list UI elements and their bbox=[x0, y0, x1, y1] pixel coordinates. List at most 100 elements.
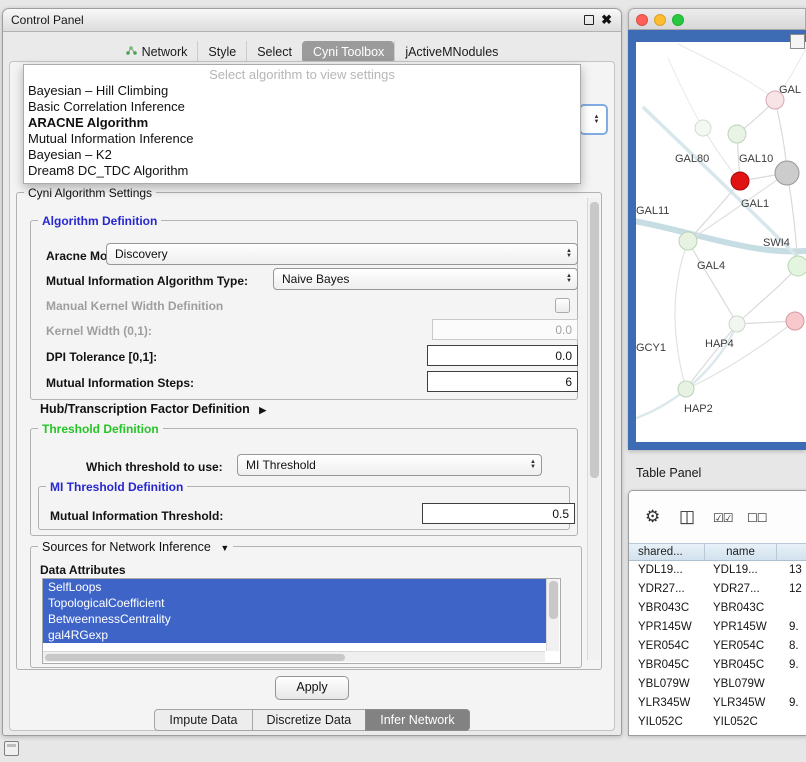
table-row[interactable]: YLR345W YLR345W 9. bbox=[629, 694, 806, 713]
network-node[interactable] bbox=[679, 232, 697, 250]
restore-panel-icon[interactable] bbox=[4, 741, 19, 756]
cell-shared-name[interactable]: YBL079W bbox=[629, 675, 705, 694]
cell-extra[interactable]: 8. bbox=[777, 637, 806, 656]
cell-shared-name[interactable]: YIL052C bbox=[629, 713, 705, 732]
network-canvas[interactable]: GALGAL80GAL10GAL11GAL1SWI4GAL4GCY1HAP4HA… bbox=[636, 42, 806, 442]
gear-icon[interactable]: ⚙ bbox=[645, 507, 660, 527]
algorithm-select-combobox[interactable]: ▲ ▼ bbox=[579, 104, 608, 135]
control-panel-titlebar[interactable]: Control Panel ✖ bbox=[3, 9, 621, 32]
network-node[interactable] bbox=[788, 256, 806, 276]
cell-name[interactable]: YBR043C bbox=[705, 599, 777, 618]
cell-shared-name[interactable]: YER054C bbox=[629, 637, 705, 656]
cell-extra[interactable]: 13 bbox=[777, 561, 806, 580]
column-header-extra[interactable] bbox=[777, 544, 806, 560]
dropdown-item[interactable]: Bayesian – Hill Climbing bbox=[24, 83, 580, 99]
tab-cyni-toolbox[interactable]: Cyni Toolbox bbox=[302, 41, 394, 63]
check-all-columns-icon[interactable]: ☑☑ bbox=[713, 511, 733, 525]
list-scrollbar-track[interactable] bbox=[546, 579, 559, 651]
cell-name[interactable]: YBL079W bbox=[705, 675, 777, 694]
network-node[interactable] bbox=[678, 381, 694, 397]
network-edge[interactable] bbox=[675, 241, 688, 389]
tab-jactivemodules[interactable]: jActiveMNodules bbox=[394, 41, 508, 63]
aracne-mode-select[interactable]: Discovery ▲ ▼ bbox=[106, 243, 578, 265]
table-row[interactable]: YPR145W YPR145W 9. bbox=[629, 618, 806, 637]
tab-infer-network[interactable]: Infer Network bbox=[365, 709, 469, 731]
close-icon[interactable]: ✖ bbox=[601, 12, 612, 28]
attribute-list-item[interactable]: TopologicalCoefficient bbox=[43, 595, 547, 611]
which-threshold-select[interactable]: MI Threshold ▲ ▼ bbox=[237, 454, 542, 476]
cell-shared-name[interactable]: YBR045C bbox=[629, 656, 705, 675]
tab-network[interactable]: Network bbox=[116, 41, 198, 63]
column-header-name[interactable]: name bbox=[705, 544, 777, 560]
network-edge[interactable] bbox=[686, 324, 737, 389]
settings-scrollbar-thumb[interactable] bbox=[590, 202, 599, 478]
uncheck-all-columns-icon[interactable]: ☐☐ bbox=[747, 511, 767, 525]
mi-algorithm-type-select[interactable]: Naive Bayes ▲ ▼ bbox=[273, 268, 578, 290]
mi-threshold-field[interactable] bbox=[422, 503, 575, 524]
tab-style[interactable]: Style bbox=[197, 41, 246, 63]
cell-name[interactable]: YDR27... bbox=[705, 580, 777, 599]
list-hscrollbar-thumb[interactable] bbox=[45, 654, 345, 661]
cell-shared-name[interactable]: YDL19... bbox=[629, 561, 705, 580]
cell-extra[interactable]: 9. bbox=[777, 618, 806, 637]
minimize-traffic-light[interactable] bbox=[654, 14, 666, 26]
list-scrollbar-thumb[interactable] bbox=[549, 581, 558, 619]
cell-name[interactable]: YDL19... bbox=[705, 561, 777, 580]
cell-shared-name[interactable]: YPR145W bbox=[629, 618, 705, 637]
dropdown-item[interactable]: Basic Correlation Inference bbox=[24, 99, 580, 115]
attribute-list-item[interactable]: gal4RGexp bbox=[43, 627, 547, 643]
cell-extra[interactable] bbox=[777, 713, 806, 732]
network-node[interactable] bbox=[728, 125, 746, 143]
settings-scrollbar-track[interactable] bbox=[587, 198, 600, 660]
tab-discretize-data[interactable]: Discretize Data bbox=[252, 709, 367, 731]
cell-shared-name[interactable]: YDR27... bbox=[629, 580, 705, 599]
sources-group-header[interactable]: Sources for Network Inference ▼ bbox=[38, 540, 233, 554]
table-row[interactable]: YER054C YER054C 8. bbox=[629, 637, 806, 656]
cell-shared-name[interactable]: YBR043C bbox=[629, 599, 705, 618]
cell-extra[interactable] bbox=[777, 675, 806, 694]
network-edge[interactable] bbox=[688, 241, 737, 324]
mi-steps-field[interactable] bbox=[427, 371, 578, 392]
zoom-traffic-light[interactable] bbox=[672, 14, 684, 26]
attribute-list-item[interactable]: BetweennessCentrality bbox=[43, 611, 547, 627]
network-graph[interactable]: GALGAL80GAL10GAL11GAL1SWI4GAL4GCY1HAP4HA… bbox=[636, 42, 806, 442]
dropdown-item[interactable]: Bayesian – K2 bbox=[24, 147, 580, 163]
cell-extra[interactable]: 9. bbox=[777, 656, 806, 675]
cell-name[interactable]: YBR045C bbox=[705, 656, 777, 675]
split-columns-icon[interactable]: ◫ bbox=[679, 507, 695, 527]
network-node[interactable] bbox=[786, 312, 804, 330]
table-row[interactable]: YBL079W YBL079W bbox=[629, 675, 806, 694]
cell-extra[interactable]: 9. bbox=[777, 694, 806, 713]
cell-extra[interactable]: 12 bbox=[777, 580, 806, 599]
table-row[interactable]: YDL19... YDL19... 13 bbox=[629, 561, 806, 580]
network-window-titlebar[interactable] bbox=[628, 8, 806, 30]
close-traffic-light[interactable] bbox=[636, 14, 648, 26]
cell-name[interactable]: YLR345W bbox=[705, 694, 777, 713]
dropdown-item[interactable]: Mutual Information Inference bbox=[24, 131, 580, 147]
network-node[interactable] bbox=[775, 161, 799, 185]
birdseye-toggle-icon[interactable] bbox=[790, 34, 805, 49]
cell-shared-name[interactable]: YLR345W bbox=[629, 694, 705, 713]
float-window-icon[interactable] bbox=[584, 15, 594, 25]
cell-name[interactable]: YPR145W bbox=[705, 618, 777, 637]
dropdown-item-selected[interactable]: ARACNE Algorithm bbox=[24, 115, 580, 131]
cell-name[interactable]: YIL052C bbox=[705, 713, 777, 732]
network-node[interactable] bbox=[731, 172, 749, 190]
tab-impute-data[interactable]: Impute Data bbox=[154, 709, 252, 731]
table-row[interactable]: YBR043C YBR043C bbox=[629, 599, 806, 618]
attribute-list-item[interactable]: SelfLoops bbox=[43, 579, 547, 595]
list-hscrollbar-track[interactable] bbox=[43, 651, 545, 662]
table-row[interactable]: YBR045C YBR045C 9. bbox=[629, 656, 806, 675]
hub-definition-expander[interactable]: Hub/Transcription Factor Definition ▶ bbox=[40, 402, 266, 416]
dropdown-item[interactable]: Dream8 DC_TDC Algorithm bbox=[24, 163, 580, 179]
network-node[interactable] bbox=[695, 120, 711, 136]
cell-extra[interactable] bbox=[777, 599, 806, 618]
table-row[interactable]: YIL052C YIL052C bbox=[629, 713, 806, 732]
column-header-shared-name[interactable]: shared... bbox=[629, 544, 705, 560]
tab-select[interactable]: Select bbox=[246, 41, 302, 63]
network-edge[interactable] bbox=[668, 58, 703, 128]
network-node[interactable] bbox=[729, 316, 745, 332]
network-edge[interactable] bbox=[678, 44, 775, 100]
cell-name[interactable]: YER054C bbox=[705, 637, 777, 656]
apply-button[interactable]: Apply bbox=[275, 676, 349, 700]
